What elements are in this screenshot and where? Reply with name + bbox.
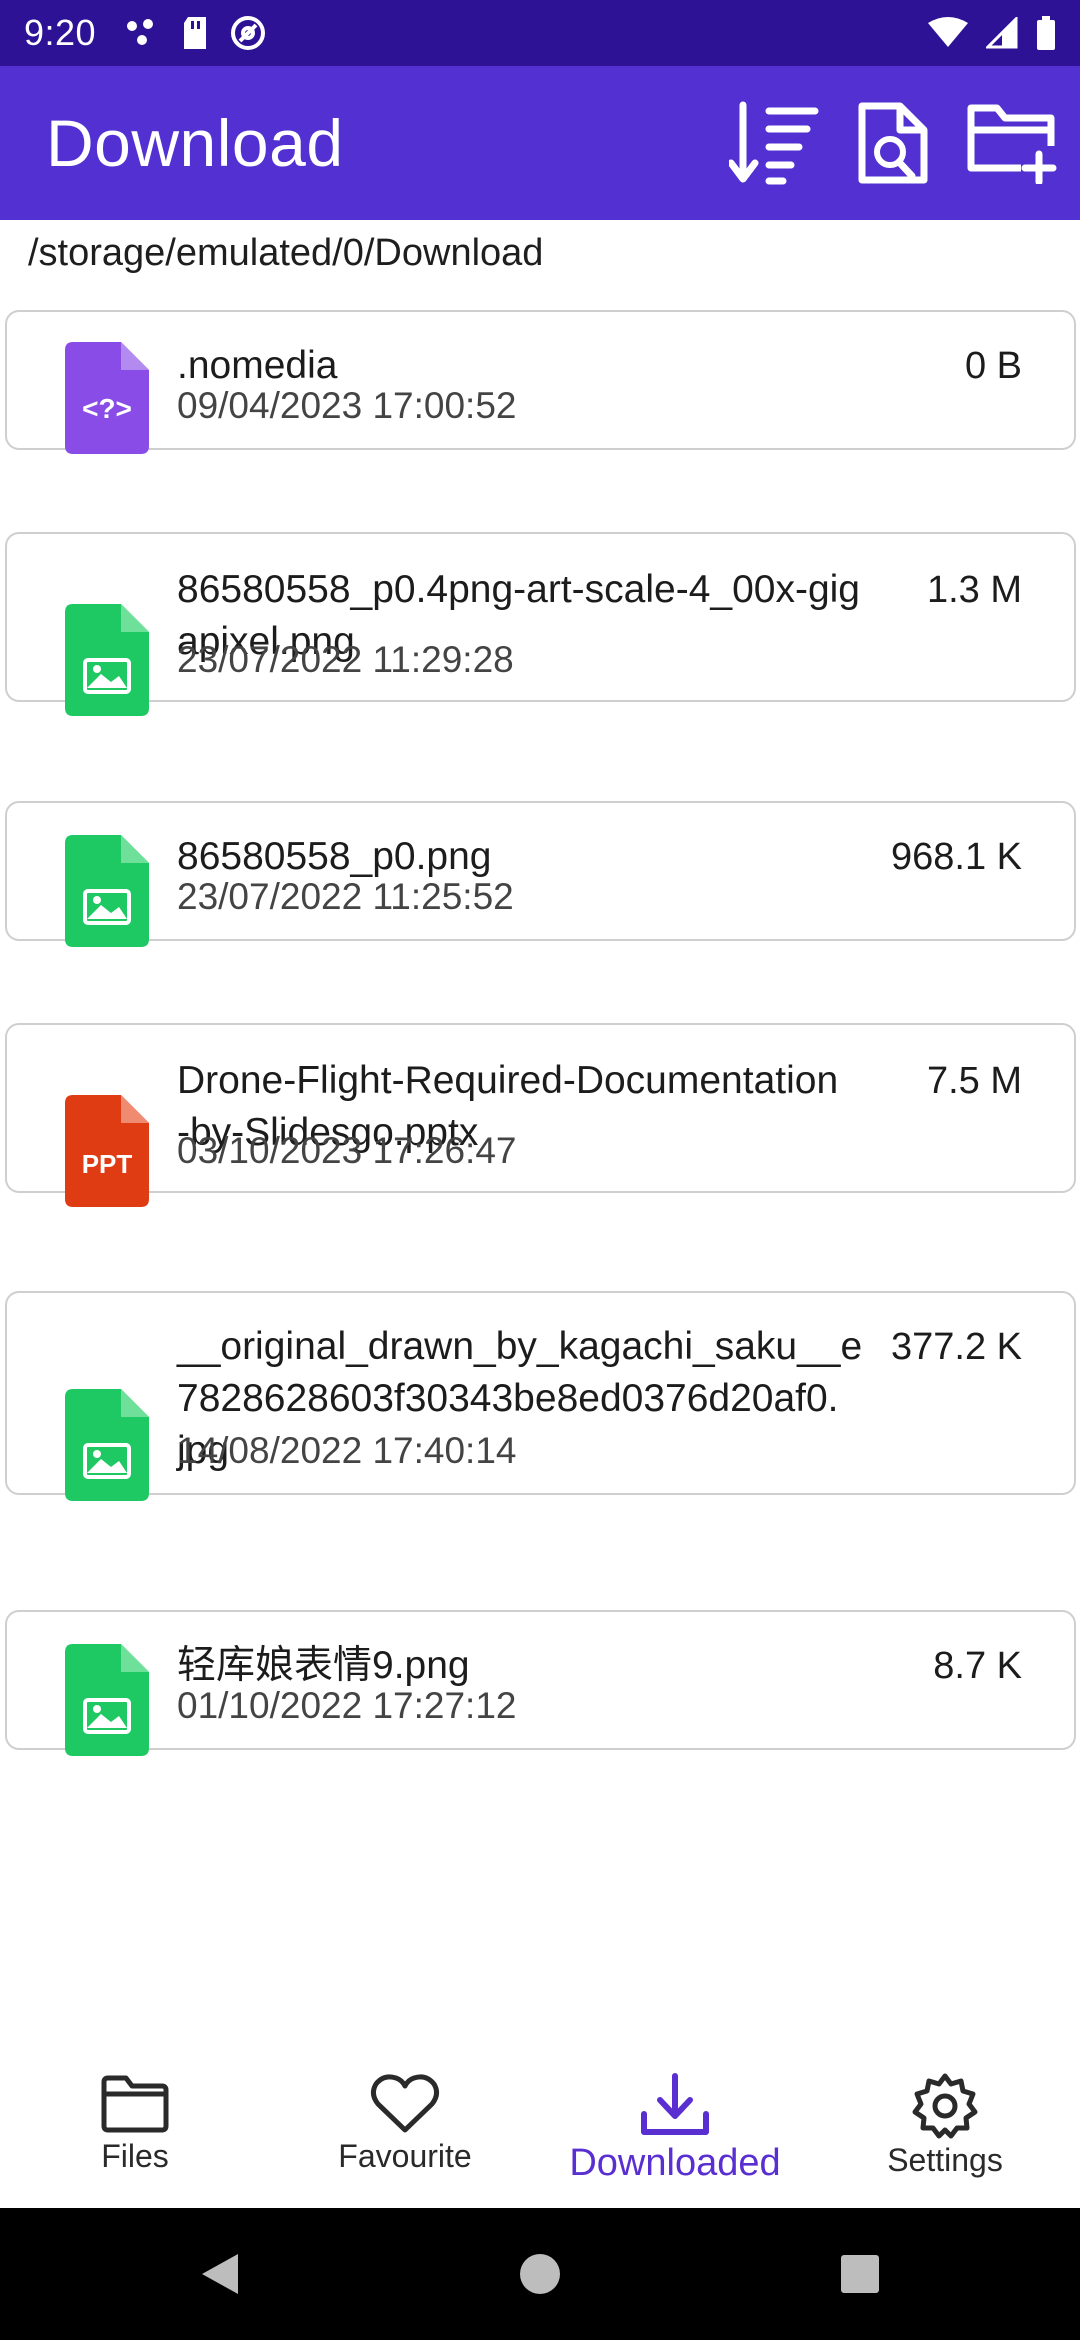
wifi-icon [928, 17, 968, 47]
page-title: Download [46, 106, 344, 180]
unknown-file-icon: <?> [65, 342, 149, 454]
svg-text:<?>: <?> [82, 393, 132, 424]
back-icon [202, 2254, 238, 2294]
file-size: 8.7 K [933, 1645, 1022, 1687]
sort-button[interactable] [716, 84, 834, 202]
file-size: 0 B [964, 345, 1022, 387]
file-size: 377.2 K [891, 1326, 1022, 1368]
file-item[interactable]: 86580558_p0.4png-art-scale-4_00x-gig api… [5, 532, 1076, 716]
file-item[interactable]: __original_drawn_by_kagachi_saku__e 7828… [5, 1291, 1076, 1501]
file-size: 1.3 M [926, 569, 1022, 611]
file-size: 7.5 M [926, 1060, 1022, 1102]
file-date: 14/08/2022 17:40:14 [177, 1430, 517, 1471]
heart-icon [370, 2074, 440, 2133]
image-file-icon [65, 1644, 149, 1756]
nav-favourite[interactable]: Favourite [270, 2058, 540, 2208]
nav-label: Downloaded [569, 2142, 781, 2184]
home-button[interactable] [490, 2224, 590, 2324]
status-bar: 9:20 [0, 0, 1080, 66]
folder-icon [101, 2075, 169, 2133]
status-system-icons [928, 16, 1056, 50]
home-icon [520, 2254, 560, 2294]
nav-downloaded[interactable]: Downloaded [540, 2058, 810, 2208]
cell-signal-icon [986, 17, 1018, 49]
system-navigation-bar [0, 2208, 1080, 2340]
battery-icon [1037, 16, 1055, 50]
download-icon [641, 2073, 709, 2135]
search-files-button[interactable] [834, 84, 952, 202]
nav-files[interactable]: Files [0, 2058, 270, 2208]
file-item[interactable]: <?> .nomedia 09/04/2023 17:00:52 0 B [5, 310, 1076, 454]
at-sign-icon [231, 16, 266, 50]
image-file-icon [65, 604, 149, 716]
nav-label: Favourite [338, 2138, 472, 2174]
recents-button[interactable] [810, 2224, 910, 2324]
file-item[interactable]: 86580558_p0.png 23/07/2022 11:25:52 968.… [5, 801, 1076, 947]
new-folder-button[interactable] [952, 84, 1070, 202]
file-item[interactable]: 轻库娘表情9.png 01/10/2022 17:27:12 8.7 K [5, 1610, 1076, 1756]
ppt-file-icon: PPT [65, 1095, 149, 1207]
nav-label: Settings [887, 2142, 1003, 2178]
file-date: 09/04/2023 17:00:52 [177, 385, 517, 426]
file-item[interactable]: PPT Drone-Flight-Required-Documentation … [5, 1023, 1076, 1207]
status-time: 9:20 [24, 12, 97, 53]
current-path: /storage/emulated/0/Download [28, 232, 544, 274]
file-size: 968.1 K [891, 836, 1022, 878]
bottom-navigation: Files Favourite Downloaded Settings [0, 2058, 1080, 2208]
app-bar-actions [716, 84, 1080, 202]
status-notification-icons [126, 15, 266, 51]
recents-icon [841, 2255, 879, 2293]
image-file-icon [65, 1389, 149, 1501]
nav-label: Files [101, 2138, 169, 2174]
new-folder-icon [967, 104, 1057, 184]
file-date: 01/10/2022 17:27:12 [177, 1685, 517, 1726]
nav-settings[interactable]: Settings [810, 2058, 1080, 2208]
app-bar: Download [0, 66, 1080, 220]
dots-notification-icon [127, 19, 154, 45]
image-file-icon [65, 835, 149, 947]
sd-card-icon [184, 17, 207, 49]
file-date: 23/07/2022 11:29:28 [177, 639, 514, 680]
file-date: 03/10/2023 17:26:47 [177, 1130, 517, 1171]
file-date: 23/07/2022 11:25:52 [177, 876, 514, 917]
back-button[interactable] [170, 2224, 270, 2324]
gear-icon [912, 2073, 978, 2139]
search-file-icon [858, 102, 928, 184]
svg-text:PPT: PPT [82, 1149, 133, 1179]
sort-icon [729, 101, 819, 185]
